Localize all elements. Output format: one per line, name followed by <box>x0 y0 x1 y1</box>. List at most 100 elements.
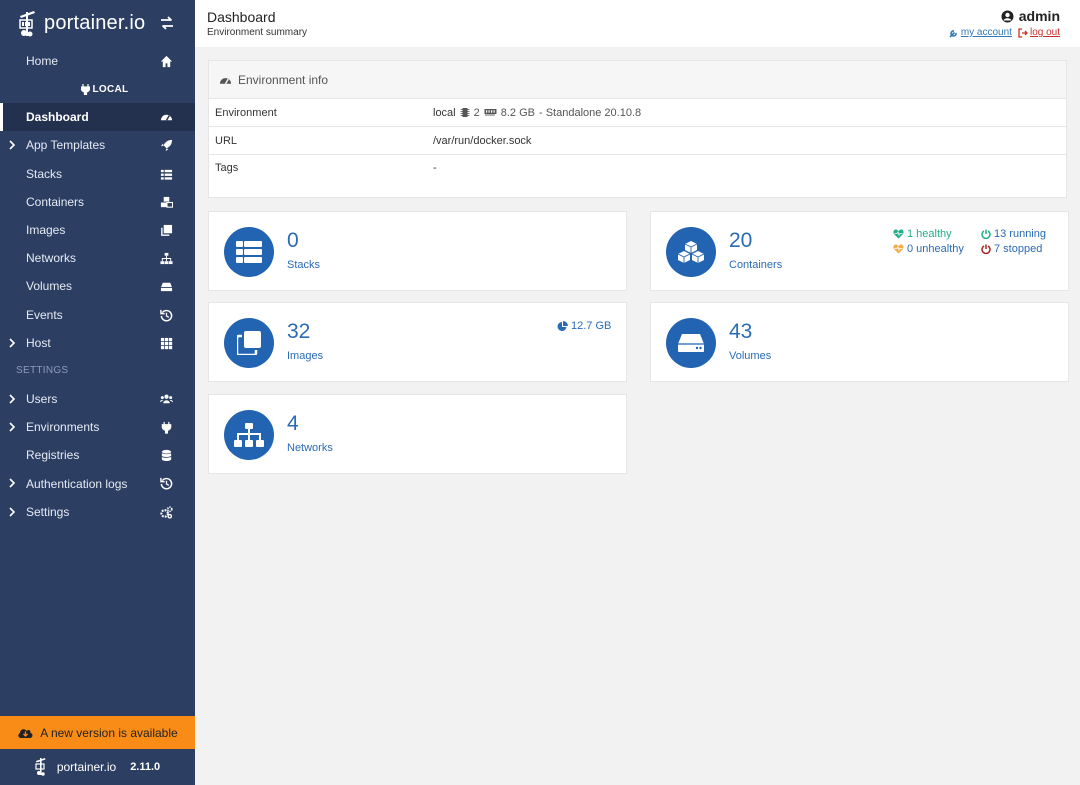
running-count: 13 running <box>994 228 1046 240</box>
cloud-download-icon <box>18 729 33 738</box>
memory-size: 8.2 GB <box>500 106 535 119</box>
cpu-count: 2 <box>473 106 480 119</box>
th-list-icon <box>236 241 262 263</box>
sidebar-item-authentication-logs[interactable]: Authentication logs <box>0 469 195 497</box>
sidebar-item-dashboard[interactable]: Dashboard <box>0 103 195 132</box>
sidebar-item-registries[interactable]: Registries <box>0 441 195 469</box>
update-banner-text: A new version is available <box>40 725 178 740</box>
page-header: Dashboard Environment summary admin my a… <box>195 0 1080 47</box>
sidebar-footer: portainer.io 2.11.0 <box>0 749 195 785</box>
sitemap-icon <box>234 423 264 447</box>
crane-logo-icon <box>35 758 46 776</box>
my-account-label: my account <box>960 27 1012 38</box>
wrench-icon <box>949 29 957 38</box>
user-info: admin <box>1001 8 1060 24</box>
images-label: Images <box>287 350 324 362</box>
portainer-logo[interactable]: portainer.io <box>18 10 145 38</box>
sidebar-item-volumes[interactable]: Volumes <box>0 272 195 300</box>
sidebar-item-host[interactable]: Host <box>0 329 195 357</box>
volumes-card[interactable]: 43 Volumes <box>650 302 1069 382</box>
widget-header: Environment info <box>209 61 1066 99</box>
users-icon <box>160 394 173 404</box>
main-nav: Home LOCAL Dashboard App Templates Stack… <box>0 47 195 526</box>
brand: portainer.io <box>0 0 195 47</box>
stacks-label: Stacks <box>287 259 321 271</box>
sidebar-item-users[interactable]: Users <box>0 385 195 413</box>
row-key: URL <box>215 134 238 147</box>
chevron-right-icon <box>9 478 16 489</box>
sidebar-item-images[interactable]: Images <box>0 216 195 244</box>
table-row-url: URL /var/run/docker.sock <box>209 127 1066 155</box>
chevron-right-icon <box>9 140 16 150</box>
main-content: Environment info Environment local 2 8.2… <box>195 47 1080 785</box>
containers-count: 20 <box>729 229 753 252</box>
exchange-icon[interactable] <box>159 15 175 31</box>
environment-name: LOCAL <box>92 83 129 95</box>
heartbeat-icon <box>893 229 904 239</box>
row-key: Tags <box>215 162 239 174</box>
memory-icon <box>484 109 497 116</box>
clone-icon <box>161 224 173 236</box>
log-out-link[interactable]: log out <box>1018 27 1060 38</box>
settings-section-title: SETTINGS <box>16 365 69 377</box>
my-account-link[interactable]: my account <box>949 27 1012 38</box>
row-value: /var/run/docker.sock <box>433 134 532 147</box>
home-icon <box>160 55 173 68</box>
sidebar-item-networks[interactable]: Networks <box>0 244 195 272</box>
environment-header: LOCAL <box>0 75 195 103</box>
th-icon <box>160 337 173 349</box>
plug-icon <box>80 83 90 95</box>
healthy-count: 1 healthy <box>907 228 952 240</box>
version-label: 2.11.0 <box>130 761 161 773</box>
chevron-right-icon <box>9 338 16 348</box>
chevron-right-icon <box>9 422 16 432</box>
tachometer-icon <box>160 114 173 121</box>
heartbeat-icon <box>893 244 904 254</box>
page-title: Dashboard <box>207 9 276 25</box>
hdd-icon <box>160 283 173 292</box>
sidebar-item-containers[interactable]: Containers <box>0 188 195 216</box>
running-stat: 13 running <box>981 228 1046 240</box>
sidebar-item-stacks[interactable]: Stacks <box>0 160 195 188</box>
stacks-card[interactable]: 0 Stacks <box>208 211 627 291</box>
cubes-icon <box>678 241 704 263</box>
clone-icon <box>237 331 261 355</box>
stopped-count: 7 stopped <box>994 243 1043 255</box>
environment-name: local <box>433 106 456 119</box>
chevron-right-icon <box>9 507 16 517</box>
volumes-icon-circle <box>666 318 716 368</box>
user-circle-icon <box>1001 10 1014 22</box>
th-list-icon <box>160 169 173 180</box>
row-value: - <box>433 162 437 174</box>
images-card[interactable]: 32 Images 12.7 GB <box>208 302 627 382</box>
environment-info-widget: Environment info Environment local 2 8.2… <box>208 60 1067 198</box>
containers-icon-circle <box>666 227 716 277</box>
networks-label: Networks <box>287 442 333 454</box>
username: admin <box>1018 8 1060 24</box>
cogs-icon <box>160 505 173 519</box>
footer-brand: portainer.io <box>56 760 117 774</box>
containers-label: Containers <box>729 259 783 271</box>
plug-icon <box>161 421 172 434</box>
sidebar-item-app-templates[interactable]: App Templates <box>0 131 195 159</box>
sidebar-item-environments[interactable]: Environments <box>0 413 195 441</box>
sidebar-item-events[interactable]: Events <box>0 301 195 329</box>
sidebar-item-home[interactable]: Home <box>0 47 195 75</box>
hdd-icon <box>678 334 704 352</box>
chevron-right-icon <box>9 394 16 404</box>
volumes-label: Volumes <box>729 350 772 362</box>
update-available-banner[interactable]: A new version is available <box>0 716 195 749</box>
environment-type: - Standalone 20.10.8 <box>539 106 642 119</box>
sidebar-item-settings[interactable]: Settings <box>0 498 195 526</box>
rocket-icon <box>160 140 173 152</box>
networks-count: 4 <box>287 412 299 435</box>
database-icon <box>161 450 172 462</box>
microchip-icon <box>460 108 470 117</box>
row-key: Environment <box>215 106 277 119</box>
sidebar: portainer.io Home LOCAL Dashboard App Te… <box>0 0 195 785</box>
tachometer-icon <box>219 77 232 84</box>
containers-card[interactable]: 20 Containers 1 healthy 0 unhealthy 13 r… <box>650 211 1069 291</box>
history-icon <box>160 478 173 490</box>
networks-card[interactable]: 4 Networks <box>208 394 627 474</box>
brand-name: portainer.io <box>44 12 146 34</box>
